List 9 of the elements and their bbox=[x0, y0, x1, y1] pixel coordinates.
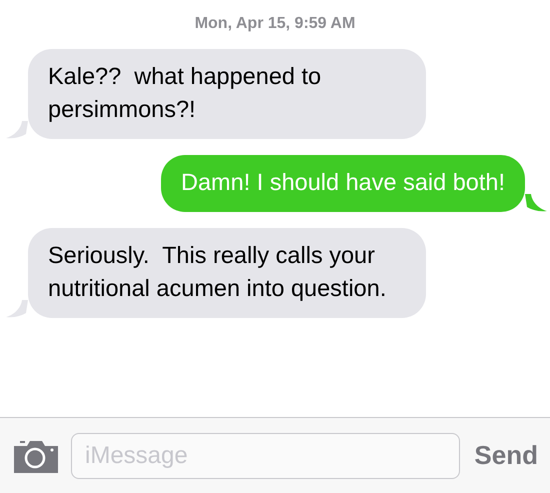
camera-icon[interactable] bbox=[14, 438, 58, 472]
bubble-tail bbox=[525, 194, 547, 212]
send-button[interactable]: Send bbox=[474, 436, 538, 475]
received-message-bubble: Seriously. This really calls your nutritional acumen into question. bbox=[28, 228, 426, 318]
sent-message-bubble: Damn! I should have said both! bbox=[161, 155, 525, 212]
timestamp: Mon, Apr 15, 9:59 AM bbox=[194, 14, 356, 34]
bubble-tail bbox=[6, 121, 28, 139]
bubble-tail bbox=[6, 300, 28, 318]
received-message-bubble: Kale?? what happened to persimmons?! bbox=[28, 49, 426, 139]
